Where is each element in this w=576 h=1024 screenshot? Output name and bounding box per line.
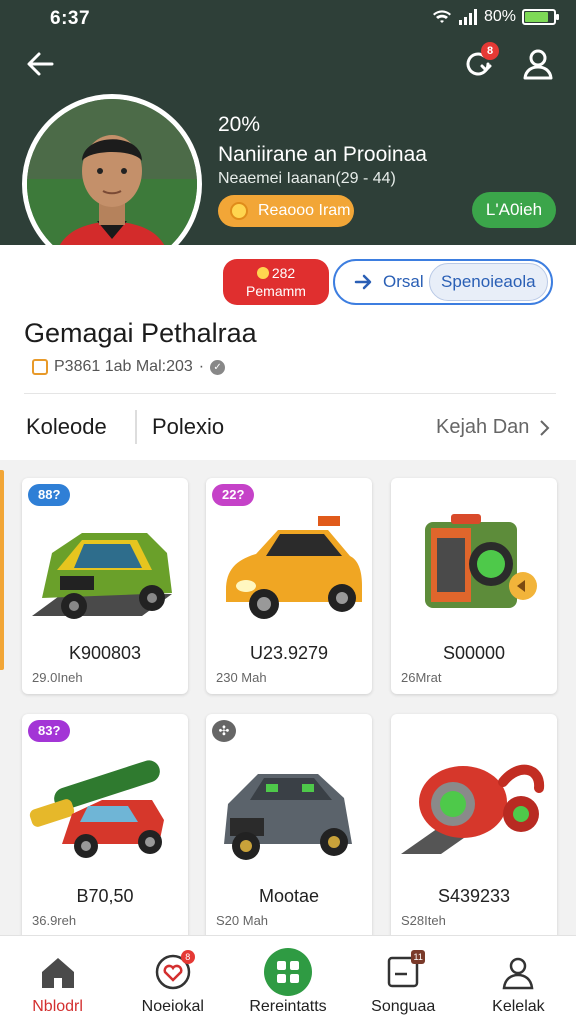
tab-separator bbox=[135, 410, 137, 444]
calendar-icon bbox=[32, 359, 48, 375]
verified-icon: ✓ bbox=[210, 359, 226, 375]
see-all-link[interactable]: Kejah Dan bbox=[436, 416, 551, 439]
status-icons: 80% bbox=[432, 8, 559, 26]
profile-name: Naniirane an Prooinaa bbox=[218, 143, 427, 166]
item-badge: 88? bbox=[28, 484, 71, 506]
status-time: 6:37 bbox=[50, 8, 91, 29]
signal-icon bbox=[458, 9, 477, 25]
item-meta: 230 Mah bbox=[216, 670, 267, 685]
nav-label: Songuaa bbox=[371, 998, 436, 1015]
tab-collection[interactable]: Koleode bbox=[26, 414, 107, 440]
share-arrow-icon bbox=[354, 274, 372, 290]
premium-count: 282 bbox=[271, 265, 296, 281]
item-card[interactable]: 22? U23.9279 230 Mah bbox=[206, 478, 372, 694]
meta-text: P3861 1ab Mal:203 bbox=[54, 358, 193, 375]
item-badge: 83? bbox=[28, 720, 71, 742]
nav-label: Kelelak bbox=[492, 998, 545, 1015]
item-meta: 36.9reh bbox=[32, 913, 77, 928]
nav-item-favorites[interactable]: 8 Noeiokal bbox=[115, 936, 230, 1024]
speaker-box-icon bbox=[425, 514, 537, 608]
heart-icon: 8 bbox=[149, 948, 197, 996]
special-button[interactable]: Spenoieaola bbox=[428, 263, 548, 301]
item-price: U23.9279 bbox=[249, 643, 329, 663]
divider bbox=[24, 393, 556, 394]
item-price: K900803 bbox=[68, 643, 142, 663]
nav-label: Rereintatts bbox=[249, 998, 327, 1015]
premium-button[interactable]: 282 Pemamm bbox=[223, 259, 329, 305]
item-card[interactable]: S439233 S28Iteh bbox=[391, 714, 557, 944]
item-price: B70,50 bbox=[76, 886, 134, 906]
item-card[interactable]: ✣ Mootae S20 Mah bbox=[206, 714, 372, 944]
item-meta: S20 Mah bbox=[216, 913, 269, 928]
item-card[interactable]: S00000 26Mrat bbox=[391, 478, 557, 694]
nav-label: Nblodrl bbox=[32, 998, 83, 1015]
item-price: S00000 bbox=[442, 643, 506, 663]
scroll-accent bbox=[0, 470, 4, 670]
player-photo bbox=[27, 99, 197, 269]
wifi-icon bbox=[432, 10, 451, 23]
reward-button-label: Reaooo Iram bbox=[258, 202, 351, 219]
user-icon[interactable] bbox=[520, 46, 556, 82]
item-meta: S28Iteh bbox=[401, 913, 446, 928]
premium-label: Pemamm bbox=[246, 283, 306, 299]
orange-car-icon bbox=[226, 516, 362, 619]
profile-stat: 20% bbox=[218, 113, 261, 136]
home-icon bbox=[34, 948, 82, 996]
reward-button[interactable]: Reaooo Iram bbox=[218, 195, 354, 227]
item-card[interactable]: 88? K900803 29.0Ineh bbox=[22, 478, 188, 694]
document-icon: 11 bbox=[379, 948, 427, 996]
user-icon bbox=[494, 948, 542, 996]
item-badge: 22? bbox=[212, 484, 255, 506]
back-arrow-icon[interactable] bbox=[22, 46, 58, 82]
profile-subtitle: Neaemei Iaanan(29 - 44) bbox=[218, 170, 396, 187]
nav-item-documents[interactable]: 11 Songuaa bbox=[346, 936, 461, 1024]
coin-icon bbox=[230, 202, 248, 220]
tab-portfolio[interactable]: Polexio bbox=[152, 414, 224, 440]
battery-percent: 80% bbox=[483, 8, 516, 25]
red-cannon-truck-icon bbox=[29, 760, 164, 858]
item-meta: 26Mrat bbox=[401, 670, 442, 685]
item-badge: ✣ bbox=[212, 720, 236, 742]
nav-label: Noeiokal bbox=[141, 998, 204, 1015]
nav-item-center[interactable]: Rereintatts bbox=[230, 936, 345, 1024]
share-action-group: Orsal Spenoieaola bbox=[333, 259, 553, 305]
grid-icon bbox=[264, 948, 312, 996]
red-vacuum-gadget-icon bbox=[401, 764, 545, 854]
nav-badge: 11 bbox=[411, 950, 426, 964]
share-button[interactable]: Orsal bbox=[335, 271, 429, 293]
share-button-label: Orsal bbox=[383, 272, 424, 291]
item-price: S439233 bbox=[437, 886, 511, 906]
nav-badge: 8 bbox=[180, 950, 195, 964]
chevron-right-icon bbox=[540, 419, 550, 436]
meta-row: P3861 1ab Mal:203 · ✓ bbox=[32, 358, 226, 376]
notification-badge: 8 bbox=[481, 42, 499, 60]
follow-button[interactable]: L'A0ieh bbox=[472, 192, 556, 228]
item-meta: 29.0Ineh bbox=[32, 670, 83, 685]
nav-item-home[interactable]: Nblodrl bbox=[0, 936, 115, 1024]
item-price: Mootae bbox=[258, 886, 320, 906]
coin-icon bbox=[256, 267, 269, 279]
item-card[interactable]: 83? B70,50 36.9reh bbox=[22, 714, 188, 944]
nav-item-profile[interactable]: Kelelak bbox=[461, 936, 576, 1024]
green-truck-icon bbox=[32, 533, 172, 619]
gray-armored-car-icon bbox=[224, 774, 352, 860]
see-all-label: Kejah Dan bbox=[436, 416, 530, 438]
page-title: Gemagai Pethalraa bbox=[24, 318, 257, 348]
meta-dot: · bbox=[198, 358, 205, 375]
bottom-nav: Nblodrl 8 Noeiokal Rereintatts 11 Songua… bbox=[0, 935, 576, 1024]
battery-icon bbox=[522, 9, 559, 25]
